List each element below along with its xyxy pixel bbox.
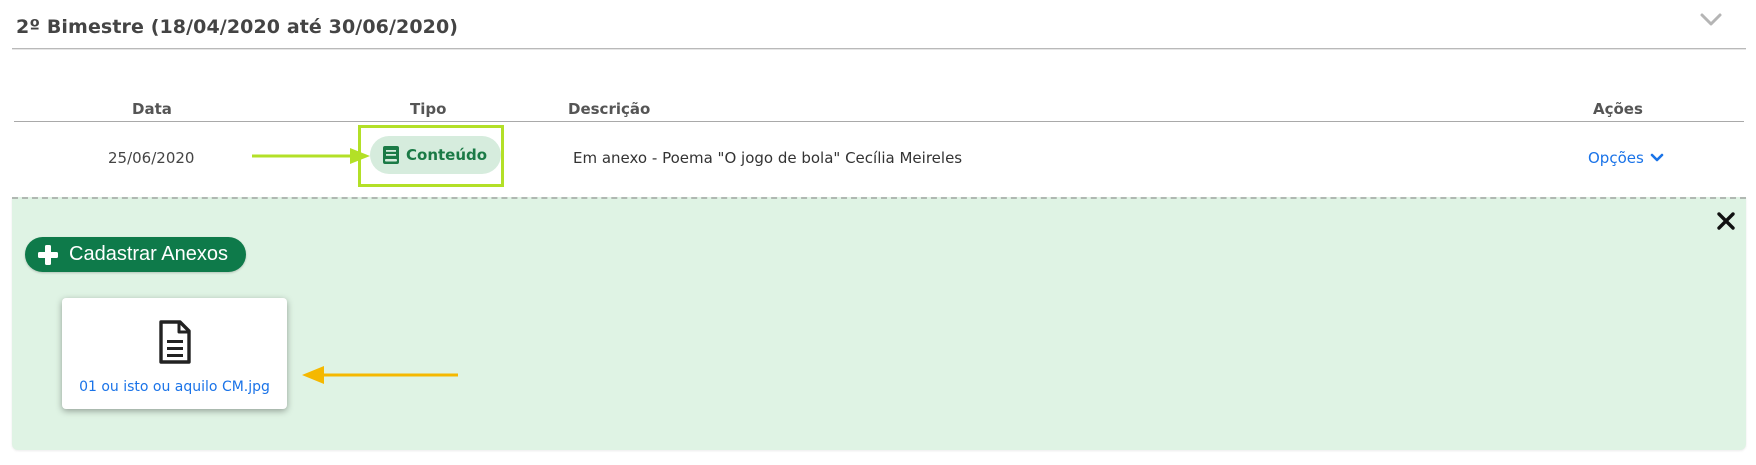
column-header-tipo: Tipo xyxy=(410,100,447,118)
type-badge: Conteúdo xyxy=(370,136,502,174)
column-header-data: Data xyxy=(132,100,172,118)
section-header[interactable]: 2º Bimestre (18/04/2020 até 30/06/2020) xyxy=(12,0,1746,49)
column-header-acoes: Ações xyxy=(1593,100,1643,118)
add-attachments-button[interactable]: Cadastrar Anexos xyxy=(25,237,246,272)
chevron-down-icon[interactable] xyxy=(1650,153,1664,163)
options-label[interactable]: Opções xyxy=(1588,149,1644,167)
attachment-card[interactable]: 01 ou isto ou aquilo CM.jpg xyxy=(62,298,287,409)
row-description: Em anexo - Poema "O jogo de bola" Cecíli… xyxy=(573,149,963,167)
table-header: Data Tipo Descrição Ações xyxy=(14,96,1744,122)
section-title: 2º Bimestre (18/04/2020 até 30/06/2020) xyxy=(16,16,459,38)
row-date: 25/06/2020 xyxy=(108,149,195,167)
type-badge-label: Conteúdo xyxy=(406,146,488,164)
attachment-filename-link[interactable]: 01 ou isto ou aquilo CM.jpg xyxy=(62,379,287,395)
annotation-arrow-green xyxy=(252,148,370,164)
file-text-icon xyxy=(159,320,191,364)
column-header-descricao: Descrição xyxy=(568,100,651,118)
annotation-arrow-yellow xyxy=(302,366,458,384)
options-dropdown[interactable]: Opções xyxy=(1588,149,1664,167)
attachments-panel: Cadastrar Anexos 01 ou isto ou aquilo CM… xyxy=(12,197,1746,450)
book-icon xyxy=(383,146,399,164)
close-icon[interactable] xyxy=(1716,211,1736,231)
add-attachments-label: Cadastrar Anexos xyxy=(69,243,228,265)
chevron-down-icon[interactable] xyxy=(1698,10,1724,30)
page: 2º Bimestre (18/04/2020 até 30/06/2020) … xyxy=(0,0,1756,465)
table-row: 25/06/2020 Conteúdo Em anexo - Poema "O … xyxy=(14,122,1744,197)
plus-icon xyxy=(38,244,58,265)
